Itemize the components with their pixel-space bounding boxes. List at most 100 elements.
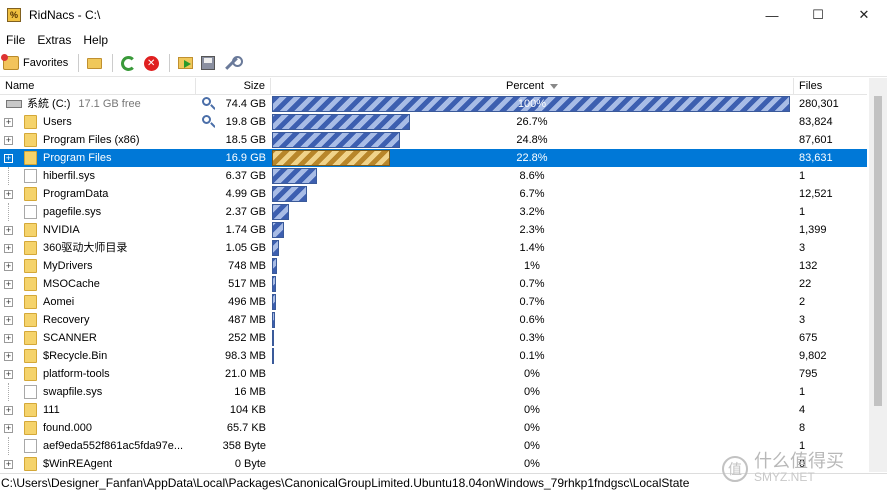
row-name: NVIDIA	[43, 224, 80, 236]
table-row[interactable]: + Users 19.8 GB 26.7% 83,824	[0, 113, 867, 131]
row-percent: 100%	[517, 98, 547, 110]
table-row[interactable]: + $Recycle.Bin 98.3 MB 0.1% 9,802	[0, 347, 867, 365]
table-row[interactable]: + Recovery 487 MB 0.6% 3	[0, 311, 867, 329]
table-row[interactable]: + ProgramData 4.99 GB 6.7% 12,521	[0, 185, 867, 203]
row-files: 1	[799, 206, 806, 218]
folder-icon	[24, 349, 37, 363]
table-row[interactable]: +360驱动大师目录 1.05 GB 1.4% 3	[0, 239, 867, 257]
row-size: 358 Byte	[222, 440, 266, 452]
row-files: 12,521	[799, 188, 833, 200]
stop-button[interactable]: ✕	[141, 53, 161, 73]
toolbar-separator	[112, 54, 114, 72]
row-size: 0 Byte	[234, 458, 266, 470]
column-name[interactable]: Name	[0, 78, 196, 95]
column-header: Name Size Percent Files	[0, 78, 867, 95]
row-percent: 26.7%	[516, 116, 548, 128]
row-name: 111	[43, 404, 60, 416]
menu-extras[interactable]: Extras	[31, 33, 77, 47]
table-row[interactable]: swapfile.sys 16 MB 0% 1	[0, 383, 867, 401]
row-name: 系統 (C:) 17.1 GB free	[27, 95, 197, 113]
expand-toggle-icon[interactable]: +	[4, 226, 13, 235]
row-percent: 2.3%	[519, 224, 545, 236]
table-row[interactable]: + found.000 65.7 KB 0% 8	[0, 419, 867, 437]
row-name: Aomei	[43, 296, 75, 308]
watermark-logo-icon: 值	[722, 456, 748, 482]
expand-toggle-icon[interactable]: +	[4, 244, 13, 253]
column-size[interactable]: Size	[196, 78, 271, 95]
expand-toggle-icon[interactable]: +	[4, 370, 13, 379]
column-percent[interactable]: Percent	[271, 78, 794, 95]
column-files[interactable]: Files	[794, 78, 867, 95]
row-files: 675	[799, 332, 818, 344]
row-files: 1	[799, 170, 806, 182]
toolbar-separator	[78, 54, 80, 72]
folder-icon	[24, 133, 37, 147]
row-size: 65.7 KB	[226, 422, 266, 434]
scrollbar-thumb[interactable]	[874, 96, 882, 406]
open-folder-button[interactable]	[84, 53, 104, 73]
row-size: 19.8 GB	[225, 116, 266, 128]
row-percent: 0%	[524, 440, 540, 452]
table-row[interactable]: + Aomei 496 MB 0.7% 2	[0, 293, 867, 311]
expand-toggle-icon[interactable]: +	[4, 280, 13, 289]
favorites-label: Favorites	[23, 57, 69, 69]
table-row[interactable]: + Program Files (x86) 18.5 GB 24.8% 87,601	[0, 131, 867, 149]
folder-icon	[24, 151, 37, 165]
expand-toggle-icon[interactable]: +	[4, 352, 13, 361]
row-size: 1.05 GB	[225, 242, 266, 254]
row-size: 74.4 GB	[225, 98, 266, 110]
expand-toggle-icon[interactable]: +	[4, 118, 13, 127]
favorites-button[interactable]: Favorites	[1, 54, 69, 70]
table-row[interactable]: + NVIDIA 1.74 GB 2.3% 1,399	[0, 221, 867, 239]
row-percent: 24.8%	[516, 134, 548, 146]
row-size: 2.37 GB	[225, 206, 266, 218]
table-row[interactable]: + MSOCache 517 MB 0.7% 22	[0, 275, 867, 293]
row-name: MyDrivers	[43, 260, 93, 272]
expand-toggle-icon[interactable]: +	[4, 406, 13, 415]
expand-toggle-icon[interactable]: +	[4, 136, 13, 145]
refresh-button[interactable]	[118, 53, 138, 73]
row-name: platform-tools	[43, 368, 110, 380]
close-button[interactable]: ✕	[841, 0, 887, 30]
tree-line	[8, 383, 18, 401]
expand-toggle-icon[interactable]: +	[4, 154, 13, 163]
table-row[interactable]: + MyDrivers 748 MB 1% 132	[0, 257, 867, 275]
expand-toggle-icon[interactable]: +	[4, 316, 13, 325]
folder-icon	[24, 313, 37, 327]
table-row-root-drive[interactable]: 系統 (C:) 17.1 GB free 74.4 GB 100% 280,301	[0, 95, 867, 113]
expand-toggle-icon[interactable]: +	[4, 460, 13, 469]
tree-line	[8, 437, 18, 455]
table-row[interactable]: + platform-tools 21.0 MB 0% 795	[0, 365, 867, 383]
folder-icon	[24, 115, 37, 129]
menu-help[interactable]: Help	[77, 33, 114, 47]
table-row[interactable]: hiberfil.sys 6.37 GB 8.6% 1	[0, 167, 867, 185]
row-files: 3	[799, 242, 806, 254]
row-name: aef9eda552f861ac5fda97e...	[43, 440, 184, 452]
row-size: 748 MB	[228, 260, 266, 272]
expand-toggle-icon[interactable]: +	[4, 298, 13, 307]
maximize-button[interactable]: ☐	[795, 0, 841, 30]
row-name: swapfile.sys	[43, 386, 103, 398]
table-row[interactable]: +111 104 KB 0% 4	[0, 401, 867, 419]
save-button[interactable]	[198, 53, 218, 73]
export-button[interactable]	[175, 53, 195, 73]
row-size: 104 KB	[229, 404, 266, 416]
table-row[interactable]: + SCANNER 252 MB 0.3% 675	[0, 329, 867, 347]
table-row[interactable]: pagefile.sys 2.37 GB 3.2% 1	[0, 203, 867, 221]
row-name: 360驱动大师目录	[43, 242, 128, 254]
open-folder-icon	[86, 57, 102, 69]
expand-toggle-icon[interactable]: +	[4, 190, 13, 199]
menu-file[interactable]: File	[0, 33, 31, 47]
settings-button[interactable]	[221, 53, 243, 73]
minimize-button[interactable]: —	[749, 0, 795, 30]
table-row[interactable]: + Program Files 16.9 GB 22.8% 83,631	[0, 149, 867, 167]
row-name: pagefile.sys	[43, 206, 102, 218]
row-percent: 0%	[524, 368, 540, 380]
expand-toggle-icon[interactable]: +	[4, 334, 13, 343]
folder-icon	[24, 403, 37, 417]
vertical-scrollbar[interactable]	[869, 78, 887, 472]
tree-line	[8, 167, 18, 185]
expand-toggle-icon[interactable]: +	[4, 424, 13, 433]
row-percent: 0%	[524, 422, 540, 434]
expand-toggle-icon[interactable]: +	[4, 262, 13, 271]
